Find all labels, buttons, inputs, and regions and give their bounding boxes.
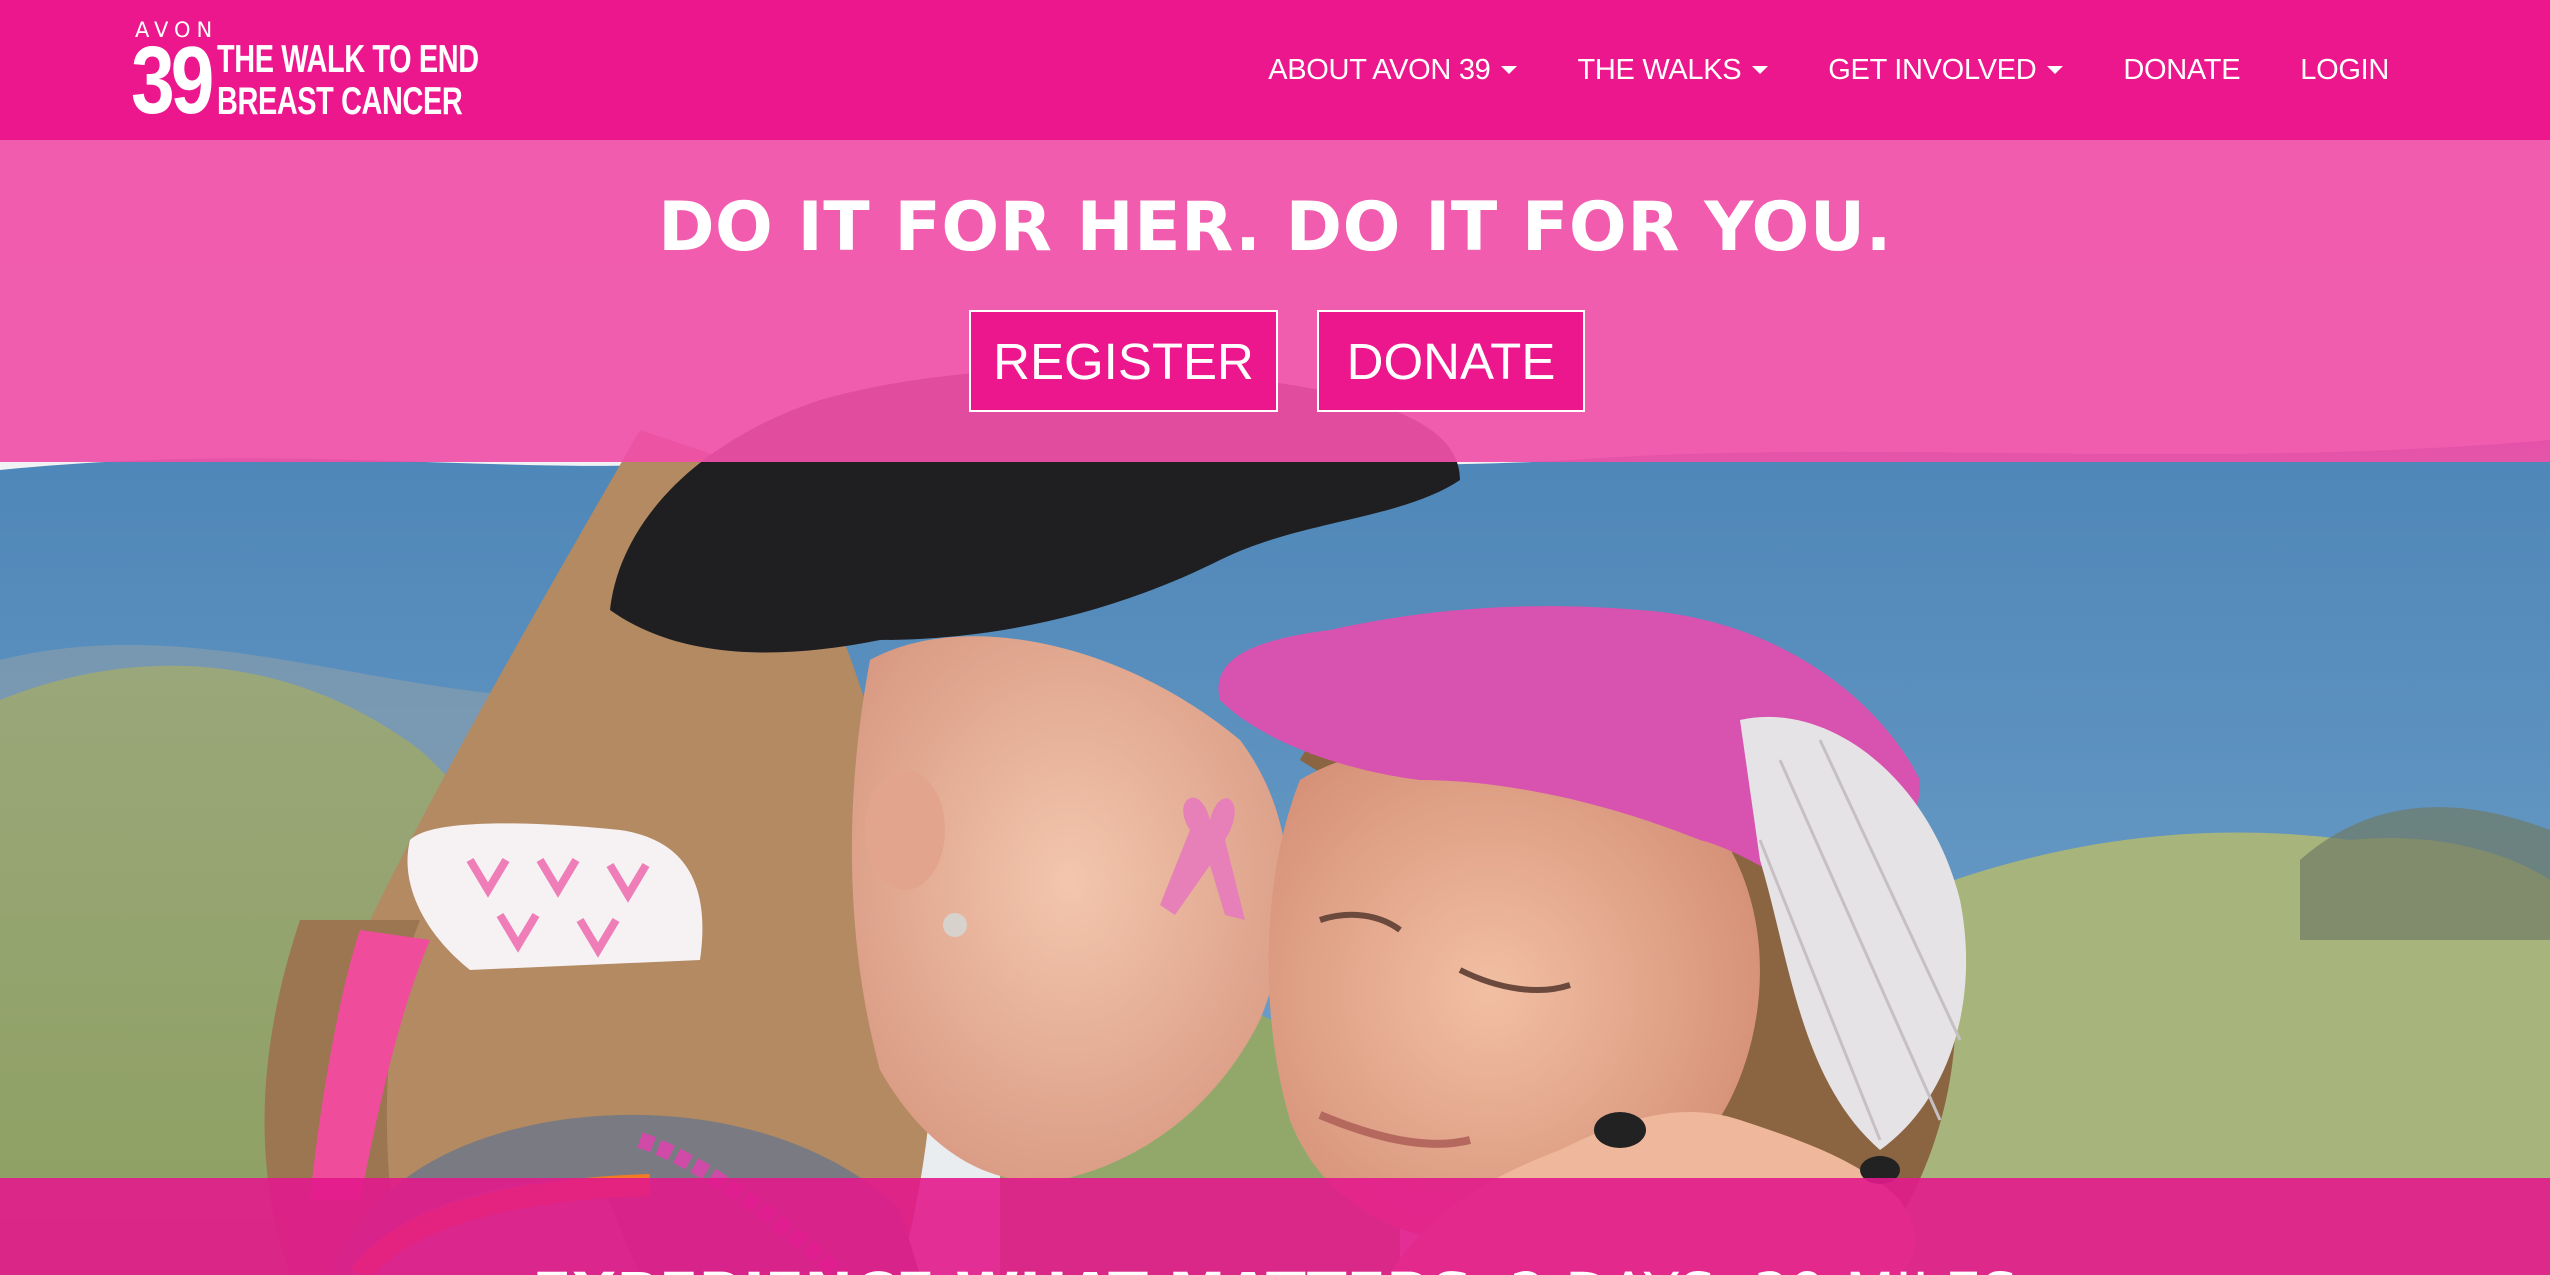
nav-item-the-walks[interactable]: THE WALKS — [1577, 53, 1769, 87]
nav-item-label: DONATE — [2123, 53, 2241, 86]
main-nav: ABOUT AVON 39 THE WALKS GET INVOLVED DON… — [1268, 0, 2389, 140]
hero-tagline-band: EXPERIENCE WHAT MATTERS. 2 DAYS. 39 MILE… — [0, 1178, 2550, 1275]
nav-item-label: GET INVOLVED — [1828, 53, 2037, 86]
headline-part: . DO IT FOR — [1235, 188, 1705, 267]
avon39-logo[interactable]: AVON 39 THE WALK TO END BREAST CANCER — [131, 18, 479, 134]
headline-emphasis: HER — [1076, 188, 1236, 267]
nav-item-label: LOGIN — [2300, 53, 2389, 86]
register-button[interactable]: REGISTER — [969, 310, 1278, 412]
logo-number: 39 — [131, 27, 214, 134]
caret-down-icon — [2047, 66, 2064, 74]
headline-part: DO IT FOR — [658, 188, 1077, 267]
nav-item-label: ABOUT AVON 39 — [1268, 53, 1491, 86]
hero-headline: DO IT FOR HER. DO IT FOR YOU. — [0, 188, 2550, 267]
caret-down-icon — [1752, 66, 1769, 74]
nav-item-login[interactable]: LOGIN — [2300, 54, 2389, 87]
top-navbar: AVON 39 THE WALK TO END BREAST CANCER AB… — [0, 0, 2550, 140]
nav-item-about[interactable]: ABOUT AVON 39 — [1268, 53, 1518, 87]
caret-down-icon — [1501, 66, 1518, 74]
donate-button[interactable]: DONATE — [1317, 310, 1585, 412]
nav-item-label: THE WALKS — [1577, 53, 1742, 86]
logo-tagline-line1: THE WALK TO END — [217, 38, 479, 81]
nav-item-donate[interactable]: DONATE — [2123, 54, 2240, 87]
logo-tagline-line2: BREAST CANCER — [217, 80, 463, 123]
tagline-emphasis: EXPERIENCE WHAT MATTERS — [532, 1260, 1473, 1275]
nav-item-get-involved[interactable]: GET INVOLVED — [1828, 53, 2064, 87]
hero-section: DO IT FOR HER. DO IT FOR YOU. REGISTER D… — [0, 140, 2550, 1275]
hero-tagline: EXPERIENCE WHAT MATTERS. 2 DAYS. 39 MILE… — [0, 1260, 2550, 1275]
hero-cta-band: DO IT FOR HER. DO IT FOR YOU. REGISTER D… — [0, 140, 2550, 462]
headline-emphasis: YOU — [1704, 188, 1866, 267]
headline-part: . — [1865, 188, 1892, 267]
tagline-rest: . 2 DAYS. 39 MILES — [1473, 1260, 2018, 1275]
logo-tagline: THE WALK TO END BREAST CANCER — [217, 39, 479, 123]
